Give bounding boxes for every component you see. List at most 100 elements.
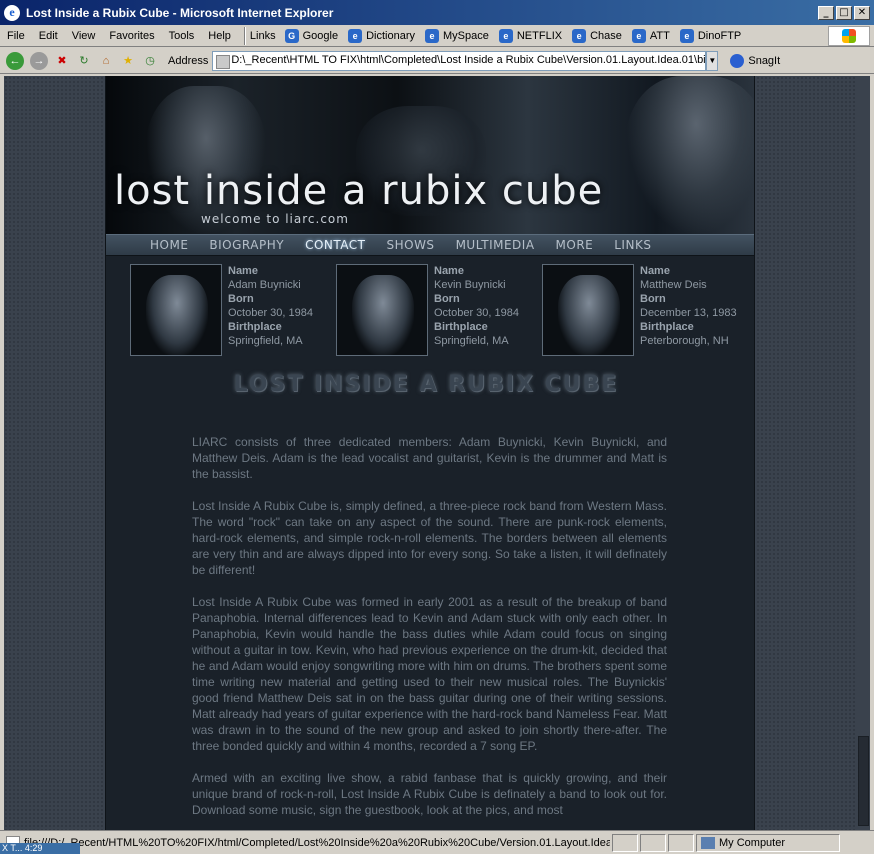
menu-favorites[interactable]: Favorites [102,30,161,42]
forward-button[interactable]: → [30,51,48,70]
ie-page-icon: e [498,28,513,43]
member-birthplace: Springfield, MA [434,335,509,347]
menu-tools[interactable]: Tools [162,30,202,42]
bio-paragraph: Lost Inside A Rubix Cube is, simply defi… [192,499,667,577]
ie-page-icon: e [679,28,694,43]
snagit-icon [730,53,745,68]
link-label: NETFLIX [516,29,563,42]
home-icon[interactable]: ⌂ [98,53,114,69]
google-icon: G [284,28,299,43]
born-label: Born [640,293,666,305]
member-photo [336,264,428,356]
menu-edit[interactable]: Edit [32,30,65,42]
nav-multimedia[interactable]: Multimedia [456,238,535,252]
member-photo [542,264,634,356]
close-button[interactable]: ✕ [854,5,870,20]
ie-page-icon: e [348,28,363,43]
minimize-button[interactable]: _ [818,5,834,20]
name-label: Name [228,265,258,277]
name-label: Name [434,265,464,277]
taskbar-peek[interactable]: X T... 4:29 [0,843,80,854]
bio-paragraph: LIARC consists of three dedicated member… [192,435,667,481]
site-title: lost inside a rubix cube [114,168,604,214]
status-panel [640,833,666,852]
menu-help[interactable]: Help [201,30,238,42]
snagit-label: SnagIt [748,54,781,67]
address-label: Address [168,54,209,67]
windows-logo-icon [828,26,870,46]
scrollbar-thumb[interactable] [858,736,869,826]
member-born: December 13, 1983 [640,307,737,319]
nav-home[interactable]: Home [150,238,188,252]
address-input[interactable]: D:\_Recent\HTML TO FIX\html\Completed\Lo… [212,50,707,71]
link-myspace[interactable]: e MySpace [420,28,494,43]
member-birthplace: Peterborough, NH [640,335,729,347]
birthplace-label: Birthplace [228,321,282,333]
zone-label: My Computer [719,836,786,849]
link-label: Google [302,29,339,42]
status-panel [612,833,638,852]
member-birthplace: Springfield, MA [228,335,303,347]
link-dinoftp[interactable]: e DinoFTP [675,28,746,43]
stop-icon[interactable]: ✖ [54,53,70,69]
favorites-star-icon[interactable]: ★ [120,53,136,69]
nav-contact[interactable]: Contact [305,238,365,252]
member-card: Name Matthew Deis Born December 13, 1983… [542,264,742,358]
menu-file[interactable]: File [0,30,32,42]
member-name: Kevin Buynicki [434,279,506,291]
link-att[interactable]: e ATT [627,28,675,43]
birthplace-label: Birthplace [434,321,488,333]
snagit-button[interactable]: SnagIt [730,53,781,68]
divider [243,26,246,45]
address-dropdown-icon[interactable]: ▼ [706,50,719,71]
nav-links[interactable]: Links [614,238,651,252]
nav-more[interactable]: More [556,238,594,252]
link-label: MySpace [443,29,489,42]
member-born: October 30, 1984 [228,307,314,319]
name-label: Name [640,265,670,277]
bio-paragraph: Lost Inside A Rubix Cube was formed in e… [192,595,667,753]
maximize-button[interactable]: □ [836,5,852,20]
birthplace-label: Birthplace [640,321,694,333]
back-button[interactable]: ← [6,51,24,70]
site-header-banner: lost inside a rubix cube welcome to liar… [106,76,754,234]
band-members: Name Adam Buynicki Born October 30, 1984… [130,264,740,358]
member-info: Name Adam Buynicki Born October 30, 1984… [228,264,313,348]
site-subtitle: welcome to liarc.com [201,212,349,226]
ie-page-icon: e [572,28,587,43]
born-label: Born [434,293,460,305]
member-info: Name Matthew Deis Born December 13, 1983… [640,264,737,348]
link-dictionary[interactable]: e Dictionary [343,28,420,43]
refresh-icon[interactable]: ↻ [76,53,92,69]
link-chase[interactable]: e Chase [567,28,627,43]
address-toolbar: ← → ✖ ↻ ⌂ ★ ◷ Address D:\_Recent\HTML TO… [0,48,874,74]
links-label: Links [249,29,276,42]
status-bar: file:///D:/_Recent/HTML%20TO%20FIX/html/… [0,830,874,854]
window-title-bar[interactable]: e Lost Inside a Rubix Cube - Microsoft I… [0,0,874,25]
menu-bar: File Edit View Favorites Tools Help Link… [0,25,874,47]
member-born: October 30, 1984 [434,307,520,319]
link-netflix[interactable]: e NETFLIX [494,28,567,43]
site-page: lost inside a rubix cube welcome to liar… [105,76,755,830]
page-viewport[interactable]: lost inside a rubix cube welcome to liar… [4,76,857,830]
band-logo: Lost Inside A Rubix Cube [233,372,619,397]
link-google[interactable]: G Google [280,28,343,43]
ie-page-icon: e [425,28,439,43]
bio-content: LIARC consists of three dedicated member… [192,434,667,830]
born-label: Born [228,293,254,305]
nav-biography[interactable]: Biography [209,238,284,252]
window-title: Lost Inside a Rubix Cube - Microsoft Int… [26,5,334,20]
member-name: Adam Buynicki [228,279,301,291]
nav-shows[interactable]: Shows [386,238,434,252]
status-panel [668,833,694,852]
computer-icon [701,836,715,849]
link-label: Chase [590,29,622,42]
member-card: Name Adam Buynicki Born October 30, 1984… [130,264,330,358]
member-card: Name Kevin Buynicki Born October 30, 198… [336,264,536,358]
history-icon[interactable]: ◷ [142,53,158,69]
member-name: Matthew Deis [640,279,707,291]
member-photo [130,264,222,356]
member-info: Name Kevin Buynicki Born October 30, 198… [434,264,519,348]
vertical-scrollbar[interactable] [857,76,870,830]
menu-view[interactable]: View [65,30,103,42]
